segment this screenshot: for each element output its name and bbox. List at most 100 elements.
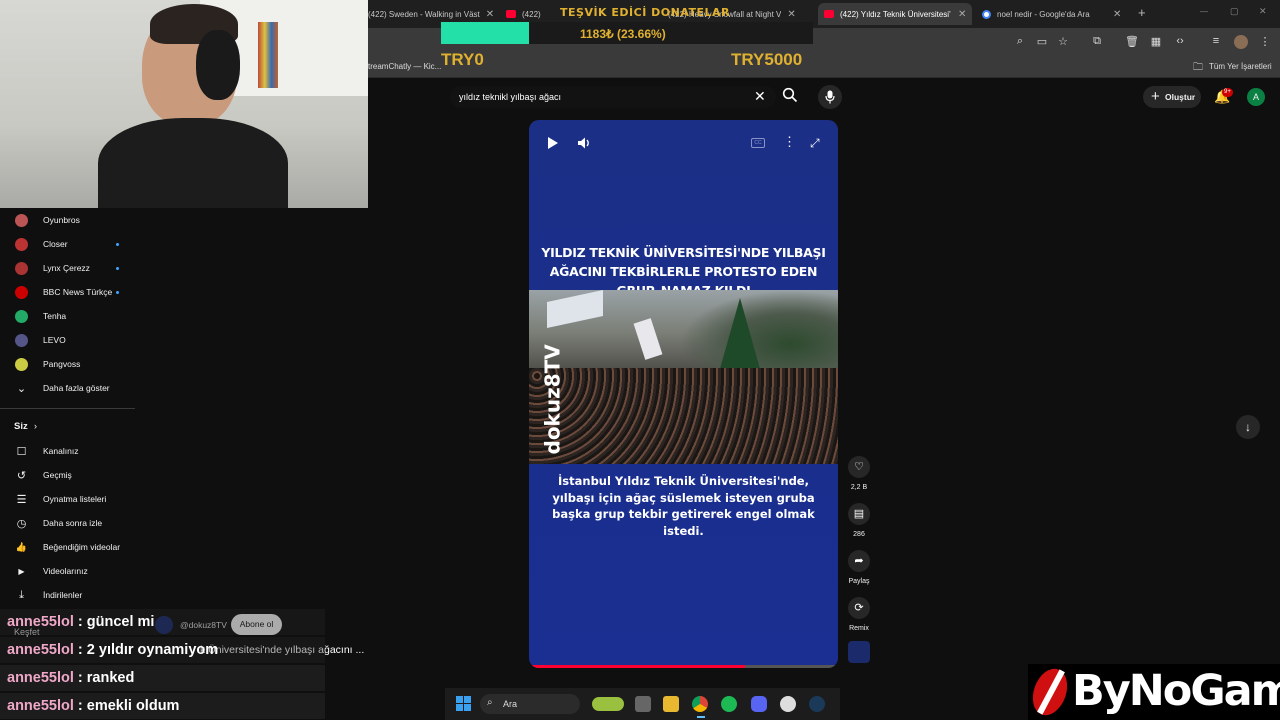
- show-more-label: Daha fazla göster: [43, 383, 110, 393]
- account-avatar[interactable]: A: [1247, 88, 1265, 106]
- liked-icon: 👍: [15, 541, 28, 552]
- sidebar-item-your-videos[interactable]: ▶ Videolarınız: [0, 559, 135, 583]
- donation-goal-min: TRY0: [441, 50, 484, 69]
- sidebar-item-label: Videolarınız: [43, 566, 88, 576]
- more-options-icon[interactable]: ⋮: [783, 134, 796, 150]
- spotify-icon[interactable]: [721, 696, 737, 712]
- video-progress-fill: [529, 665, 746, 668]
- devtools-icon[interactable]: ‹›: [1173, 35, 1187, 47]
- sidebar-item-liked[interactable]: 👍 Beğendiğim videolar: [0, 535, 135, 559]
- tab-title: noel nedir - Google'da Ara: [997, 9, 1090, 19]
- bookmark-star-icon[interactable]: ☆: [1056, 35, 1070, 48]
- sidebar-item-subscription[interactable]: Oyunbros: [0, 208, 135, 232]
- volume-icon[interactable]: [577, 136, 591, 155]
- share-label: Paylaş: [848, 578, 870, 585]
- voice-search-button[interactable]: [818, 85, 842, 109]
- new-tab-icon[interactable]: +: [1138, 5, 1146, 20]
- delete-icon[interactable]: 🗑: [1125, 35, 1139, 48]
- chrome-icon[interactable]: [692, 696, 708, 712]
- chat-username: anne55lol: [7, 670, 74, 686]
- video-body-text: İstanbul Yıldız Teknik Üniversitesi'nde,…: [552, 474, 815, 538]
- all-bookmarks-link[interactable]: Tüm Yer İşaretleri: [1209, 62, 1272, 71]
- you-section-header[interactable]: Siz ›: [0, 414, 135, 438]
- donation-goal-title: TEŞVİK EDİCİ DONATELAR: [560, 6, 730, 19]
- protest-photo: [529, 290, 838, 464]
- fullscreen-icon[interactable]: ⤢: [810, 136, 820, 151]
- maximize-icon[interactable]: ▢: [1230, 6, 1239, 17]
- playlists-icon: ☰: [16, 493, 27, 506]
- sidebar-item-subscription[interactable]: Closer: [0, 232, 135, 256]
- sidebar-item-channel[interactable]: ☐ Kanalınız: [0, 439, 135, 463]
- active-app-indicator: [697, 716, 705, 718]
- tab-close-icon[interactable]: ✕: [486, 9, 494, 20]
- tab-yildiz[interactable]: (422) Yıldız Teknik Üniversitesi' ✕: [818, 3, 972, 25]
- tab-close-icon[interactable]: ✕: [1113, 9, 1121, 20]
- remix-icon: ⟳: [854, 602, 864, 614]
- new-content-dot: [116, 266, 119, 270]
- channel-avatar: [15, 285, 28, 299]
- sidebar-item-subscription[interactable]: BBC News Türkçe: [0, 280, 135, 304]
- show-more-button[interactable]: ⌄ Daha fazla göster: [0, 376, 135, 400]
- widget-icon[interactable]: [592, 697, 624, 711]
- sidebar-item-playlists[interactable]: ☰ Oynatma listeleri: [0, 487, 135, 511]
- task-view-icon[interactable]: [635, 696, 651, 712]
- chat-text: 2 yıldır oynamiyom: [86, 642, 219, 658]
- sidebar-item-subscription[interactable]: LEVO: [0, 328, 135, 352]
- sidebar-item-history[interactable]: ↺ Geçmiş: [0, 463, 135, 487]
- sidebar-item-subscription[interactable]: Lynx Çerezz: [0, 256, 135, 280]
- chevron-down-icon: ⌄: [16, 382, 27, 395]
- channel-thumbnail[interactable]: [848, 641, 870, 663]
- webcam-person-body: [98, 118, 288, 208]
- search-icon: ⌕: [487, 697, 493, 708]
- zoom-icon[interactable]: ⌕: [1013, 35, 1027, 48]
- minimize-icon[interactable]: —: [1200, 7, 1208, 16]
- media-icon[interactable]: ≡: [1209, 35, 1223, 47]
- close-window-icon[interactable]: ✕: [1259, 6, 1267, 17]
- search-input[interactable]: yıldız teknikl yılbaşı ağacı: [450, 86, 776, 108]
- sidebar-item-label: BBC News Türkçe: [43, 287, 113, 297]
- sidebar-item-label: LEVO: [43, 335, 66, 345]
- bookmark-streamchatly[interactable]: treamChatly — Kic...: [368, 62, 441, 71]
- sidebar-item-label: İndirilenler: [43, 590, 83, 600]
- share-icon: ➦: [854, 555, 864, 567]
- apps-icon[interactable]: ▦: [1149, 35, 1163, 48]
- tab-close-icon[interactable]: ✕: [958, 9, 966, 20]
- channel-avatar: [15, 309, 28, 323]
- video-progress-bar[interactable]: [529, 665, 838, 668]
- share-button[interactable]: ➦: [848, 550, 870, 572]
- extensions-icon[interactable]: ⧉: [1090, 35, 1104, 48]
- remix-button[interactable]: ⟳: [848, 597, 870, 619]
- search-icon[interactable]: [782, 87, 798, 108]
- menu-kebab-icon[interactable]: ⋮: [1258, 35, 1272, 48]
- short-video-player[interactable]: CC ⋮ ⤢ YILDIZ TEKNİK ÜNİVERSİTESİ'NDE YI…: [529, 120, 838, 668]
- discord-icon[interactable]: [751, 696, 767, 712]
- clear-search-icon[interactable]: ✕: [754, 88, 766, 105]
- sidebar-divider: [0, 408, 135, 409]
- chat-text: emekli oldum: [86, 698, 180, 714]
- folder-icon: 🗀: [1193, 62, 1203, 73]
- sidebar-item-watch-later[interactable]: ◷ Daha sonra izle: [0, 511, 135, 535]
- like-button[interactable]: ♡: [848, 456, 870, 478]
- file-explorer-icon[interactable]: [663, 696, 679, 712]
- sidebar-item-downloads[interactable]: ⤓ İndirilenler: [0, 583, 135, 607]
- play-icon[interactable]: [545, 136, 559, 155]
- comments-button[interactable]: ▤: [848, 503, 870, 525]
- taskbar-search[interactable]: Ara: [480, 694, 580, 714]
- steam-icon[interactable]: [809, 696, 825, 712]
- tab-close-icon[interactable]: ✕: [787, 9, 795, 20]
- github-icon[interactable]: [780, 696, 796, 712]
- cast-icon[interactable]: ▭: [1035, 35, 1049, 48]
- watch-later-icon: ◷: [16, 517, 27, 530]
- tab-title: (422) Yıldız Teknik Üniversitesi': [840, 9, 951, 19]
- windows-start-icon-gap: [456, 703, 471, 704]
- sidebar-item-subscription[interactable]: Pangvoss: [0, 352, 135, 376]
- youtube-favicon-icon: [824, 10, 834, 18]
- chat-message: anne55lol : 2 yıldır oynamiyom: [0, 637, 325, 663]
- photo-flag: [633, 318, 663, 360]
- tab-google[interactable]: noel nedir - Google'da Ara ✕: [982, 3, 1128, 25]
- plus-icon: +: [1151, 88, 1160, 105]
- profile-avatar[interactable]: [1234, 35, 1248, 49]
- captions-icon[interactable]: CC: [751, 138, 765, 148]
- scroll-down-button[interactable]: ↓: [1236, 415, 1260, 439]
- sidebar-item-subscription[interactable]: Tenha: [0, 304, 135, 328]
